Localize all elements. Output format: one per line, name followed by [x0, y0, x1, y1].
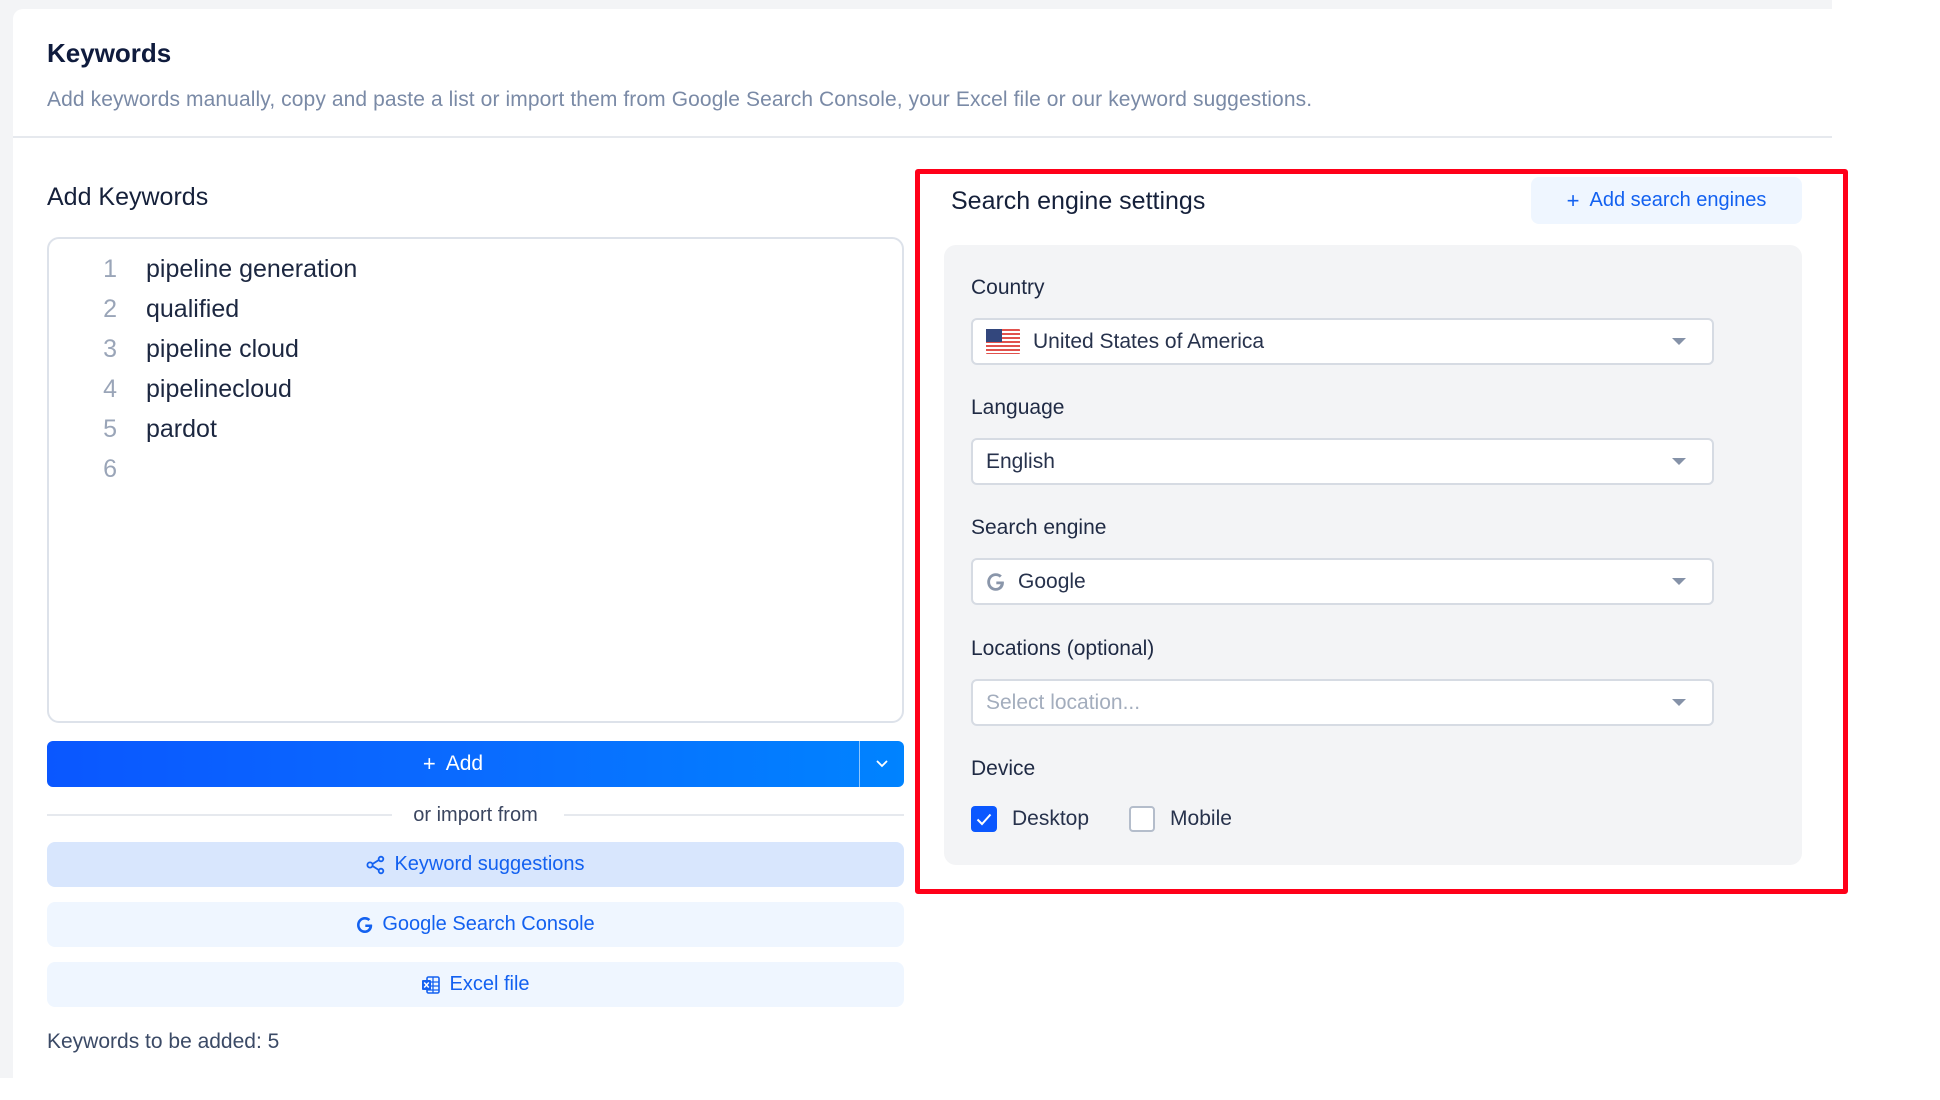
- line-number: 3: [103, 335, 117, 363]
- keyword-text: pipeline cloud: [146, 335, 299, 363]
- header-divider: [13, 136, 1832, 138]
- keyword-line: 5 pardot: [49, 409, 902, 449]
- keywords-count: Keywords to be added: 5: [47, 1030, 280, 1053]
- chevron-down-icon: [876, 760, 888, 768]
- device-options: Desktop Mobile: [971, 806, 1232, 832]
- keyword-line: 1 pipeline generation: [49, 249, 902, 289]
- share-nodes-icon: [366, 855, 386, 875]
- line-number: 4: [103, 375, 117, 403]
- country-select[interactable]: United States of America: [971, 318, 1714, 365]
- excel-file-button[interactable]: Excel file: [47, 962, 904, 1007]
- import-divider: or import from: [47, 803, 904, 827]
- google-icon: [986, 571, 1006, 593]
- search-engine-select[interactable]: Google: [971, 558, 1714, 605]
- mobile-label: Mobile: [1170, 807, 1232, 830]
- google-icon: [356, 915, 374, 935]
- caret-down-icon: [1672, 699, 1686, 706]
- location-select[interactable]: Select location...: [971, 679, 1714, 726]
- language-select[interactable]: English: [971, 438, 1714, 485]
- checkmark-icon: [976, 813, 992, 825]
- keyword-text: pipeline generation: [146, 255, 358, 283]
- caret-down-icon: [1672, 338, 1686, 345]
- caret-down-icon: [1672, 578, 1686, 585]
- add-button[interactable]: + Add: [47, 741, 859, 787]
- keyword-suggestions-button[interactable]: Keyword suggestions: [47, 842, 904, 887]
- add-search-engines-label: Add search engines: [1589, 189, 1767, 211]
- keyword-line: 3 pipeline cloud: [49, 329, 902, 369]
- locations-label: Locations (optional): [971, 637, 1155, 660]
- search-engine-value: Google: [1018, 569, 1086, 593]
- add-keywords-split-button: + Add: [47, 741, 904, 787]
- plus-icon: +: [1566, 187, 1580, 213]
- language-label: Language: [971, 396, 1065, 419]
- country-label: Country: [971, 276, 1045, 299]
- add-keywords-title: Add Keywords: [47, 183, 209, 211]
- keyword-line: 4 pipelinecloud: [49, 369, 902, 409]
- search-engine-label: Search engine: [971, 516, 1107, 539]
- line-number: 6: [103, 455, 117, 483]
- google-search-console-label: Google Search Console: [382, 913, 595, 935]
- caret-down-icon: [1672, 458, 1686, 465]
- desktop-label: Desktop: [1012, 807, 1090, 830]
- line-number: 2: [103, 295, 117, 323]
- keyword-line: 6: [49, 449, 902, 489]
- google-search-console-button[interactable]: Google Search Console: [47, 902, 904, 947]
- add-options-dropdown[interactable]: [860, 741, 904, 787]
- line-number: 5: [103, 415, 117, 443]
- mobile-checkbox[interactable]: [1129, 806, 1156, 832]
- keyword-line: 2 qualified: [49, 289, 902, 329]
- line-number: 1: [103, 255, 117, 283]
- divider-line: [564, 814, 904, 816]
- desktop-checkbox[interactable]: [971, 806, 997, 832]
- keyword-suggestions-label: Keyword suggestions: [394, 853, 585, 875]
- keyword-text: pardot: [146, 415, 217, 443]
- add-button-label: Add: [445, 752, 484, 775]
- keyword-text: qualified: [146, 295, 240, 323]
- page-title: Keywords: [47, 38, 172, 68]
- country-value: United States of America: [1033, 329, 1265, 353]
- keywords-textarea[interactable]: 1 pipeline generation 2 qualified 3 pipe…: [47, 237, 904, 723]
- language-value: English: [986, 449, 1055, 473]
- excel-file-label: Excel file: [449, 973, 530, 995]
- plus-icon: +: [422, 751, 436, 776]
- excel-icon: [421, 975, 441, 995]
- page-description: Add keywords manually, copy and paste a …: [47, 88, 1313, 111]
- location-placeholder: Select location...: [986, 690, 1141, 714]
- keyword-text: pipelinecloud: [146, 375, 292, 403]
- search-engine-settings-title: Search engine settings: [951, 187, 1206, 215]
- add-search-engines-button[interactable]: + Add search engines: [1531, 177, 1802, 224]
- us-flag-icon: [986, 329, 1020, 354]
- device-label: Device: [971, 757, 1036, 780]
